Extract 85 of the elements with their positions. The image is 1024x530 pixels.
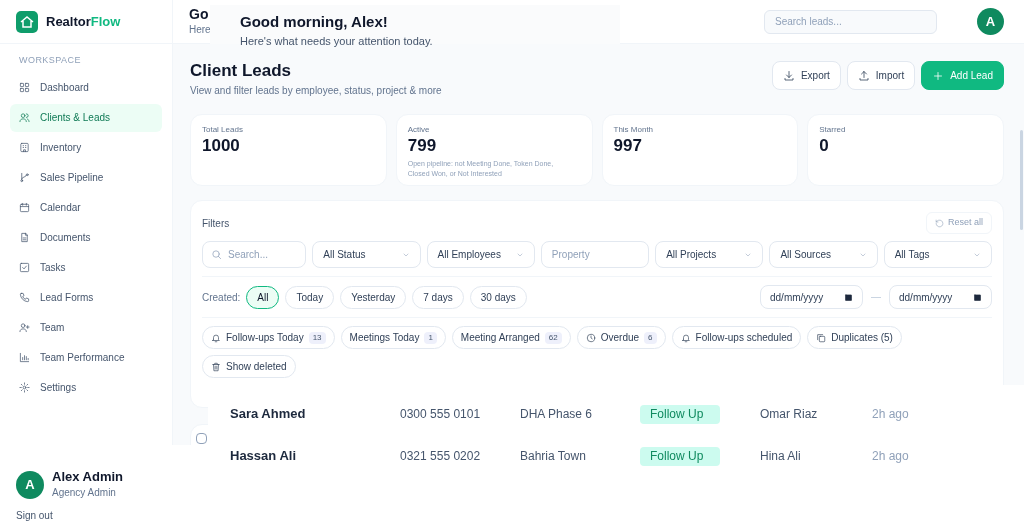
clock-icon	[585, 332, 596, 343]
action-button[interactable]: Import	[846, 61, 916, 90]
trash-icon	[211, 361, 221, 372]
search-icon	[211, 249, 222, 260]
download-icon	[782, 69, 795, 82]
grid-icon	[19, 82, 30, 93]
filters-title: Filters	[202, 216, 230, 231]
page-subtitle: View and filter leads by employee, status, project & more	[190, 84, 442, 98]
nav-item[interactable]: Tasks	[10, 253, 162, 282]
greeting-subtitle: Here's what needs your attention today.	[240, 34, 434, 49]
user-avatar: A	[16, 470, 44, 499]
lead-name: Hassan Ali	[229, 447, 297, 466]
stat-label: Total Leads	[202, 124, 244, 136]
status-badge: Follow Up	[640, 404, 720, 424]
user-name: Alex Admin	[52, 469, 124, 485]
stat-value: 1000	[202, 136, 241, 156]
count-badge: 6	[644, 331, 657, 344]
avatar[interactable]: A	[977, 8, 1004, 35]
nav-item[interactable]: Team Performance	[10, 343, 162, 372]
nav-item[interactable]: Inventory	[10, 133, 162, 162]
nav-item[interactable]: Settings	[10, 373, 162, 402]
document-icon	[19, 232, 30, 243]
lead-agent: Hina Ali	[760, 448, 802, 465]
date-field[interactable]: dd/mm/yyyy	[760, 285, 863, 309]
calendar-icon	[844, 292, 853, 302]
status-badge: Follow Up	[640, 446, 720, 466]
select-field[interactable]: All Sources	[769, 241, 878, 268]
checkbox-icon	[19, 262, 30, 273]
stat-value: 799	[407, 136, 438, 156]
lead-agent: Omar Riaz	[760, 406, 819, 423]
checkbox[interactable]	[196, 433, 207, 444]
nav-item[interactable]: Sales Pipeline	[10, 163, 162, 192]
lead-phone: 0300 555 0101	[400, 406, 482, 423]
sign-out-link[interactable]: Sign out	[16, 508, 208, 523]
user-plus-icon	[19, 322, 30, 333]
logo-icon	[16, 10, 38, 33]
count-badge: 1	[424, 331, 437, 344]
stat-label: This Month	[613, 124, 655, 136]
nav-item[interactable]: Dashboard	[10, 73, 162, 102]
lead-name: Sara Ahmed	[229, 405, 307, 424]
nav-item[interactable]: Lead Forms	[10, 283, 162, 312]
page-title: Client Leads	[190, 61, 293, 81]
bell-icon	[680, 332, 691, 343]
lead-project: DHA Phase 6	[520, 406, 594, 423]
stat-value: 997	[613, 136, 643, 156]
greeting-title: Good morning, Alex!	[240, 14, 389, 30]
stat-label: Active	[407, 124, 431, 136]
lead-project: Bahria Town	[520, 448, 587, 465]
nav-item[interactable]: Team	[10, 313, 162, 342]
reset-icon	[935, 218, 944, 228]
nav-item[interactable]: Calendar	[10, 193, 162, 222]
upload-icon	[857, 69, 870, 82]
plus-icon	[932, 69, 945, 82]
action-button[interactable]: Export	[771, 61, 841, 90]
header-subtitle: Here	[189, 23, 211, 37]
date-chip[interactable]: All	[246, 285, 280, 309]
created-label: Created:	[202, 290, 241, 305]
count-badge: 62	[544, 331, 562, 344]
date-field[interactable]: dd/mm/yyyy	[889, 285, 992, 309]
section-label: WORKSPACE	[18, 54, 82, 67]
count-badge: 13	[308, 331, 326, 344]
phone-icon	[19, 292, 30, 303]
stat-label: Starred	[819, 124, 847, 136]
header-title: Go	[189, 6, 210, 22]
copy-icon	[816, 332, 827, 343]
bell-icon	[211, 332, 221, 343]
lead-time: 2h ago	[872, 448, 909, 465]
user-role: Agency Admin	[52, 486, 117, 500]
bar-chart-icon	[19, 352, 30, 363]
lead-phone: 0321 555 0202	[400, 448, 482, 465]
nav-item[interactable]: Documents	[10, 223, 162, 252]
stat-value: 0	[819, 136, 830, 156]
settings-icon	[19, 382, 30, 393]
calendar-icon	[973, 292, 982, 302]
brand-name: RealtorFlow	[46, 12, 121, 31]
branch-icon	[19, 172, 30, 183]
select-field[interactable]: All Projects	[655, 241, 764, 268]
nav-item[interactable]: Clients & Leads	[10, 103, 162, 132]
lead-time: 2h ago	[872, 406, 909, 423]
select-field[interactable]: All Status	[312, 241, 421, 268]
users-icon	[19, 112, 30, 123]
building-icon	[19, 142, 30, 153]
select-field[interactable]: All Employees	[426, 241, 535, 268]
select-field[interactable]: All Tags	[883, 241, 992, 268]
calendar-icon	[19, 202, 30, 213]
